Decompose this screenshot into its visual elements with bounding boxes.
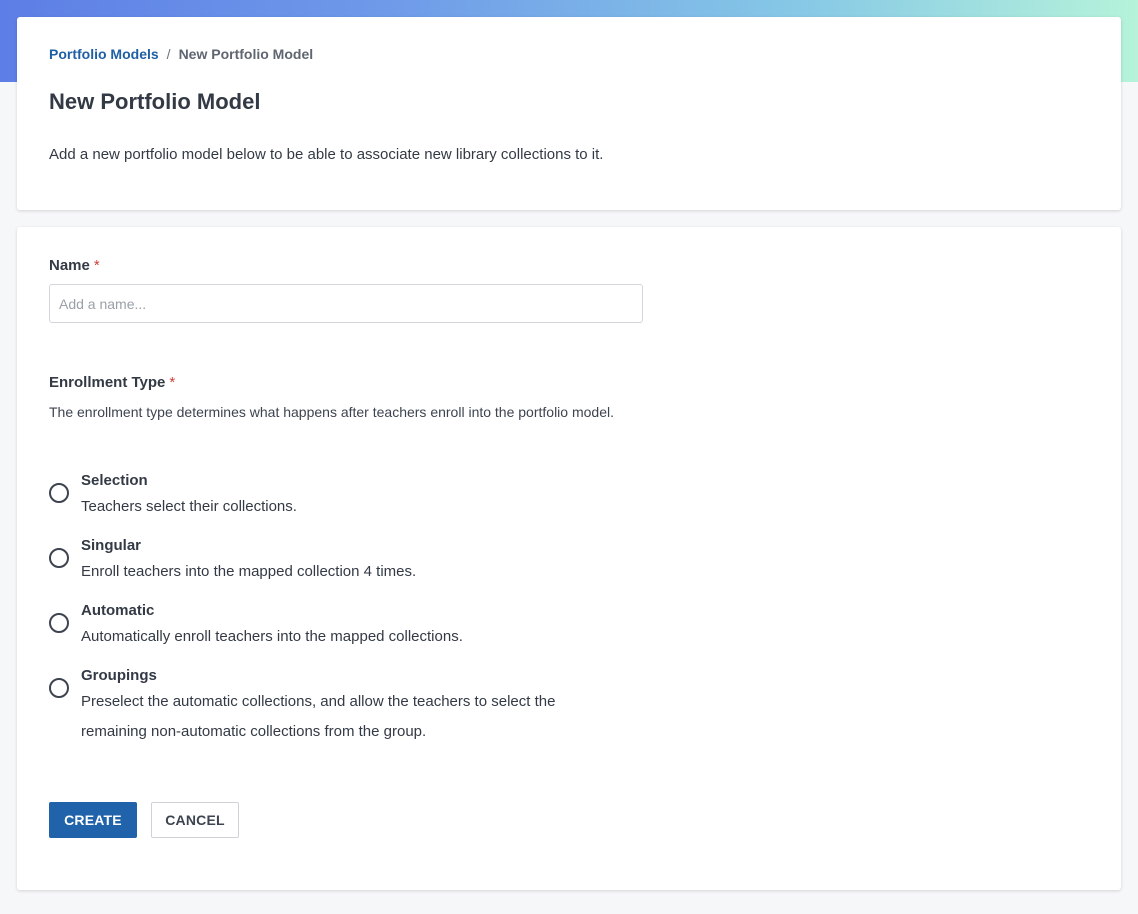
page-header-card: Portfolio Models / New Portfolio Model N…: [17, 17, 1121, 210]
option-title: Singular: [81, 537, 142, 554]
option-description: Automatically enroll teachers into the m…: [81, 628, 463, 645]
cancel-button[interactable]: CANCEL: [151, 802, 239, 838]
create-button[interactable]: CREATE: [49, 802, 137, 838]
required-asterisk: *: [93, 257, 100, 274]
option-title: Automatic: [81, 602, 155, 619]
page-description: Add a new portfolio model below to be ab…: [49, 146, 604, 163]
breadcrumb-link-portfolio-models[interactable]: Portfolio Models: [49, 46, 159, 62]
option-description: Teachers select their collections.: [81, 498, 297, 515]
breadcrumb-current: New Portfolio Model: [178, 46, 314, 62]
breadcrumb: Portfolio Models / New Portfolio Model: [49, 46, 313, 62]
enrollment-type-label: Enrollment Type *: [49, 374, 175, 391]
breadcrumb-separator: /: [166, 46, 171, 62]
name-input[interactable]: [49, 284, 643, 323]
page-title: New Portfolio Model: [49, 89, 261, 114]
portfolio-model-form: Name* Enrollment Type* The enrollment ty…: [17, 227, 1121, 890]
enrollment-type-label-text: Enrollment Type: [49, 374, 166, 391]
option-description: Enroll teachers into the mapped collecti…: [81, 563, 417, 580]
name-label: Name *: [49, 257, 100, 274]
option-description: Preselect the automatic collections, and…: [81, 693, 556, 740]
required-asterisk: *: [169, 374, 176, 391]
radio-button[interactable]: [49, 613, 69, 633]
radio-button[interactable]: [49, 678, 69, 698]
radio-button[interactable]: [49, 548, 69, 568]
option-title: Groupings: [81, 667, 157, 684]
name-label-text: Name: [49, 257, 90, 274]
enrollment-type-help: The enrollment type determines what happ…: [49, 404, 614, 420]
option-title: Selection: [81, 472, 148, 489]
radio-button[interactable]: [49, 483, 69, 503]
